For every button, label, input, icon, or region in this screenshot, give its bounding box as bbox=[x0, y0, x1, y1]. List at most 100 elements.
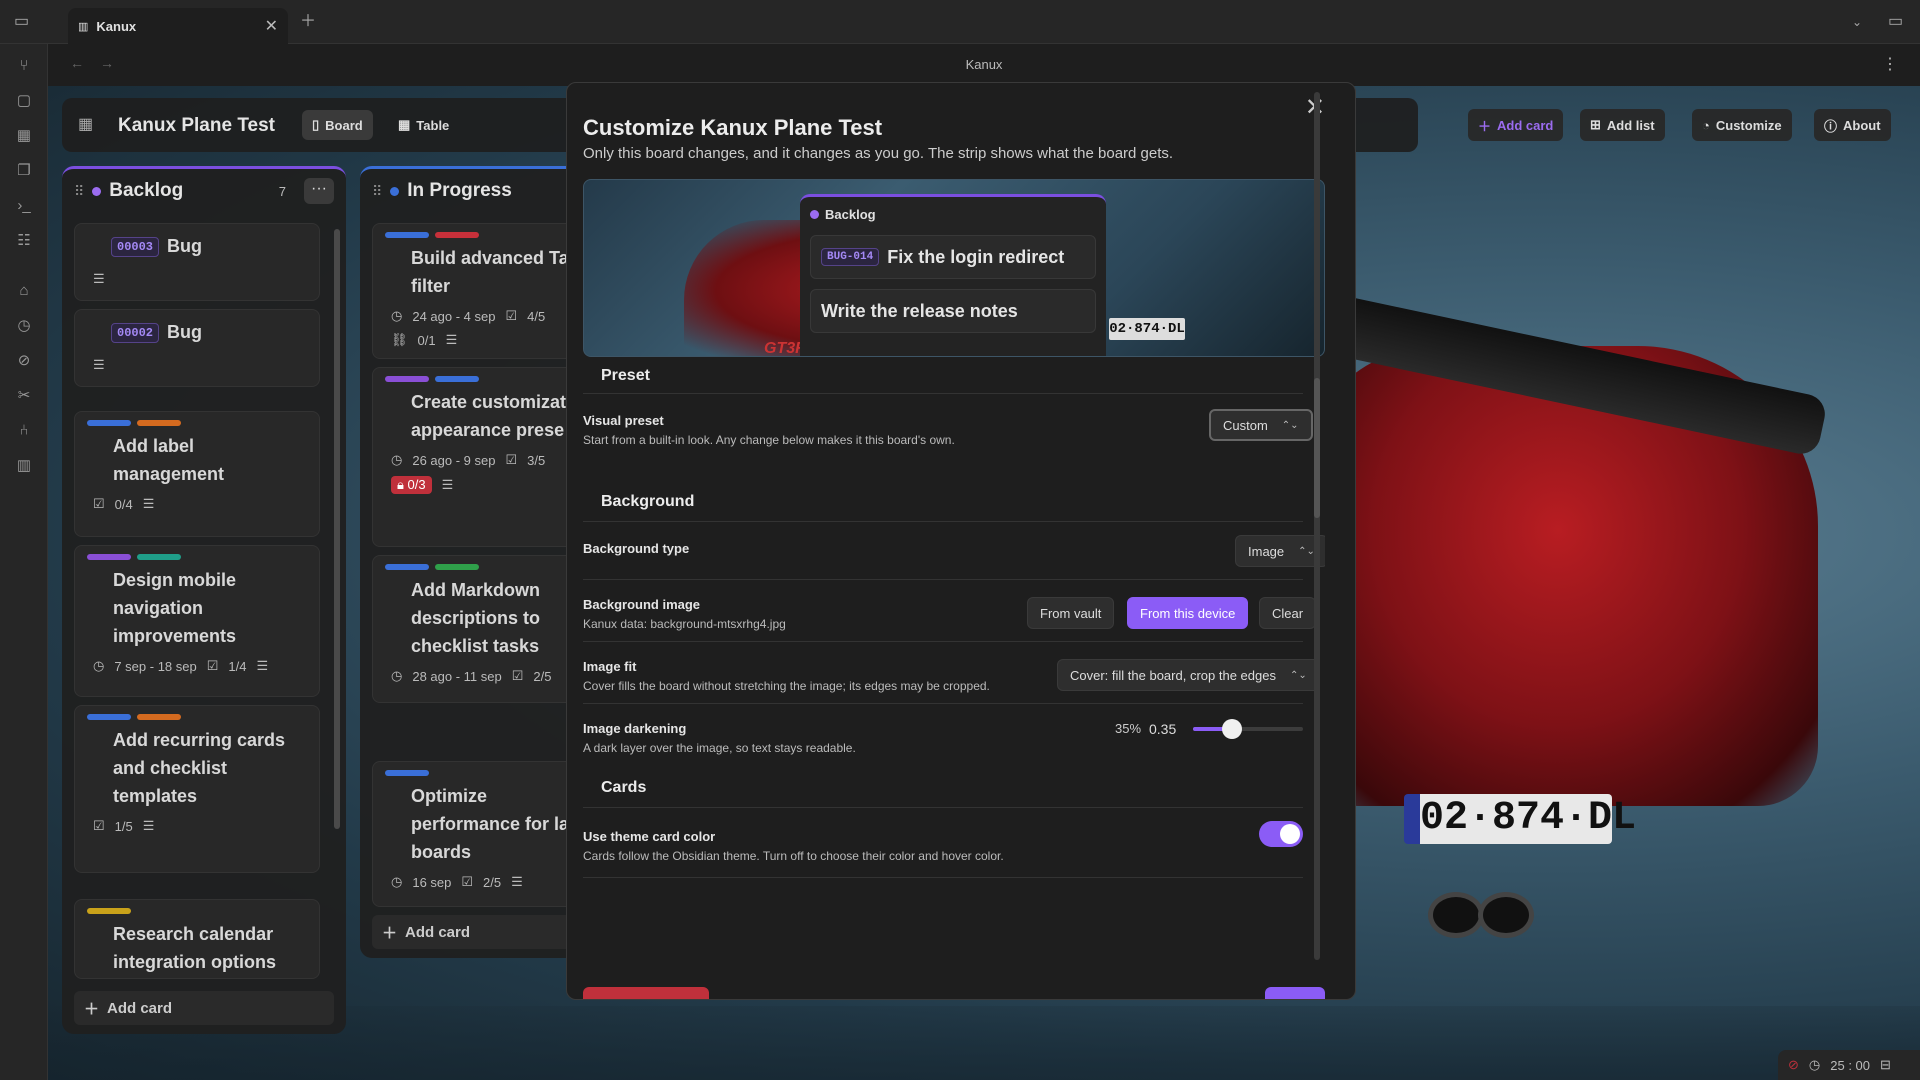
preview-card-title: Fix the login redirect bbox=[887, 246, 1065, 267]
terminal-icon[interactable]: ›_ bbox=[14, 196, 34, 216]
new-note-icon[interactable]: ▢ bbox=[14, 91, 34, 111]
column-in-progress: ⠿ In Progress Build advanced Table filte… bbox=[360, 166, 580, 958]
visual-preset-select[interactable]: Custom ⌃⌄ bbox=[1209, 409, 1313, 441]
card[interactable]: Create customization appearance prese ◷ 2… bbox=[372, 367, 580, 547]
blocked-badge: 🔒︎ 0/3 bbox=[391, 476, 432, 494]
chevron-down-icon[interactable]: ⌄ bbox=[1852, 12, 1862, 32]
column-count: 7 bbox=[278, 183, 286, 199]
card[interactable]: Add label management ☑ 0/4 ☰ bbox=[74, 411, 320, 537]
darkening-slider[interactable] bbox=[1193, 719, 1303, 739]
divider bbox=[583, 807, 1303, 808]
column-color-dot bbox=[92, 186, 102, 196]
customize-button[interactable]: ◔ Customize bbox=[1692, 109, 1792, 141]
image-fit-select[interactable]: Cover: fill the board, crop the edges ⌃⌄ bbox=[1057, 659, 1320, 691]
label-bar bbox=[435, 564, 479, 570]
column-color-dot bbox=[390, 186, 400, 196]
from-vault-button[interactable]: From vault bbox=[1027, 597, 1115, 629]
preview-card: BUG-014 Fix the login redirect bbox=[810, 235, 1096, 279]
card[interactable]: Build advanced Table filter ◷ 24 ago - 4 … bbox=[372, 223, 580, 359]
view-table-button[interactable]: ▦ Table bbox=[388, 110, 459, 140]
add-card-button[interactable]: ＋ Add card bbox=[74, 991, 334, 1025]
settings-panel: Preset Visual preset Start from a built-… bbox=[583, 367, 1325, 987]
preview-card-title: Write the release notes bbox=[821, 300, 1018, 321]
column-name: Backlog bbox=[109, 180, 184, 201]
image-fit-value: Cover: fill the board, crop the edges bbox=[1070, 667, 1276, 683]
link-icon: ⛓ bbox=[391, 332, 408, 347]
description-icon: ☰ bbox=[511, 874, 523, 889]
clear-button[interactable]: Clear bbox=[1259, 597, 1317, 629]
git-icon[interactable]: ⑃ bbox=[14, 421, 34, 441]
card[interactable]: 00003 Bug ☰ bbox=[74, 223, 320, 301]
divider bbox=[583, 877, 1303, 878]
about-button[interactable]: ⓘ About bbox=[1814, 109, 1891, 141]
modal-scrollbar-thumb[interactable] bbox=[1314, 378, 1320, 518]
column-scrollbar[interactable] bbox=[334, 229, 340, 829]
card-title: Create customization appearance prese bbox=[411, 392, 580, 440]
card[interactable]: Research calendar integration options bbox=[74, 899, 320, 979]
add-list-button[interactable]: ⊞ Add list bbox=[1580, 109, 1665, 141]
eye-off-icon[interactable]: ⊘ bbox=[14, 351, 34, 371]
modal-scrollbar-track[interactable] bbox=[1314, 92, 1320, 960]
tools-icon[interactable]: ✂ bbox=[14, 386, 34, 406]
image-fit-desc: Cover fills the board without stretching… bbox=[583, 679, 990, 693]
right-sidebar-toggle-icon[interactable]: ▭ bbox=[1888, 12, 1903, 32]
lock-icon[interactable]: ⊟ bbox=[1880, 1057, 1891, 1073]
divider bbox=[583, 641, 1303, 642]
table-view-icon: ▦ bbox=[398, 117, 411, 132]
copy-icon[interactable]: ❐ bbox=[14, 161, 34, 181]
reset-button[interactable] bbox=[583, 987, 709, 999]
label-bar bbox=[385, 232, 429, 238]
board-icon[interactable]: ▥ bbox=[14, 456, 34, 476]
timer-off-icon[interactable]: ◷ bbox=[1809, 1057, 1820, 1073]
preview-column: Backlog BUG-014 Fix the login redirect Wr… bbox=[800, 194, 1106, 356]
view-board-button[interactable]: ▯ Board bbox=[302, 110, 373, 140]
label-bar bbox=[87, 554, 131, 560]
card[interactable]: Add Markdown descriptions to checklist t… bbox=[372, 555, 580, 703]
sidebar-toggle-icon[interactable]: ▭ bbox=[14, 12, 29, 32]
card-title: Bug bbox=[167, 322, 203, 342]
calendar-icon[interactable]: ▦ bbox=[14, 126, 34, 146]
close-tab-icon[interactable]: ✕ bbox=[265, 16, 278, 36]
drag-handle-icon[interactable]: ⠿ bbox=[372, 183, 382, 200]
add-card-button[interactable]: ＋ Add card bbox=[1468, 109, 1564, 141]
from-device-button[interactable]: From this device bbox=[1127, 597, 1249, 629]
image-darkening-desc: A dark layer over the image, so text sta… bbox=[583, 741, 856, 755]
graph-icon[interactable]: ⑂ bbox=[14, 56, 34, 76]
background-type-select[interactable]: Image ⌃⌄ bbox=[1235, 535, 1325, 567]
home-icon[interactable]: ⌂ bbox=[14, 281, 34, 301]
add-card-button[interactable]: ＋ Add card bbox=[372, 915, 572, 949]
label-bar bbox=[435, 376, 479, 382]
add-card-label: Add card bbox=[1497, 117, 1554, 133]
board-grid-icon[interactable]: ▦ bbox=[78, 114, 93, 134]
column-menu-button[interactable]: ··· bbox=[304, 178, 334, 204]
exhaust-left bbox=[1428, 892, 1484, 938]
theme-color-toggle[interactable] bbox=[1259, 821, 1303, 847]
card-title: Add Markdown descriptions to checklist t… bbox=[411, 580, 541, 656]
card[interactable]: Add recurring cards and checklist templa… bbox=[74, 705, 320, 873]
link-count: 0/1 bbox=[417, 332, 436, 348]
new-tab-icon[interactable]: ＋ bbox=[300, 12, 316, 32]
darkening-percent: 35% bbox=[1115, 721, 1142, 736]
checklist-count: 1/5 bbox=[114, 818, 133, 834]
label-bar bbox=[385, 770, 429, 776]
more-options-icon[interactable]: ⋮ bbox=[1882, 54, 1898, 74]
checklist-icon[interactable]: ☷ bbox=[14, 231, 34, 251]
card[interactable]: 00002 Bug ☰ bbox=[74, 309, 320, 387]
card[interactable]: Optimize performance for large boards ◷ 1… bbox=[372, 761, 580, 907]
description-icon: ☰ bbox=[142, 496, 155, 511]
section-preset: Preset bbox=[601, 367, 650, 384]
image-fit-label: Image fit bbox=[583, 659, 637, 674]
plus-icon: ＋ bbox=[84, 1000, 100, 1018]
clock-icon: ◷ bbox=[391, 308, 403, 323]
drag-handle-icon[interactable]: ⠿ bbox=[74, 183, 84, 200]
preview-strip: GT3RS 02·874·DL Backlog BUG-014 Fix the l… bbox=[583, 179, 1325, 357]
license-plate: 02·874·DL bbox=[1404, 794, 1636, 844]
background-type-label: Background type bbox=[583, 541, 690, 556]
done-button[interactable] bbox=[1265, 987, 1325, 999]
card-title: Add recurring cards and checklist templa… bbox=[113, 730, 286, 806]
card[interactable]: Design mobile navigation improvements ◷ 7… bbox=[74, 545, 320, 697]
timer-icon[interactable]: ◷ bbox=[14, 316, 34, 336]
tab-kanux[interactable]: ▥ Kanux ✕ bbox=[68, 8, 288, 44]
darkening-slider-knob[interactable] bbox=[1221, 719, 1242, 739]
sync-off-icon[interactable]: ⊘ bbox=[1788, 1057, 1799, 1073]
